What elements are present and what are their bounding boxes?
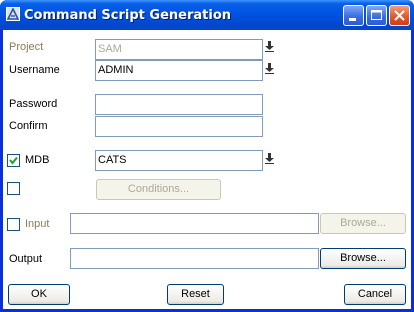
mdb-download-icon[interactable] <box>265 153 274 164</box>
mdb-checkbox[interactable] <box>7 154 20 167</box>
project-label: Project <box>9 41 44 53</box>
maximize-icon <box>371 10 382 20</box>
close-icon <box>394 10 405 21</box>
input-path-field[interactable] <box>70 213 319 234</box>
dialog-body: Project SAM Username ADMIN Password Conf… <box>3 30 411 309</box>
confirm-label: Confirm <box>9 120 48 132</box>
maximize-button[interactable] <box>366 5 387 26</box>
cancel-button[interactable]: Cancel <box>344 284 406 305</box>
input-browse-button[interactable]: Browse... <box>320 213 406 234</box>
app-icon <box>6 7 20 21</box>
password-label: Password <box>9 98 58 110</box>
output-browse-button[interactable]: Browse... <box>320 248 406 269</box>
minimize-icon <box>349 18 356 21</box>
username-download-icon[interactable] <box>265 63 274 74</box>
window-title: Command Script Generation <box>24 8 232 23</box>
reset-button[interactable]: Reset <box>167 284 224 305</box>
project-download-icon[interactable] <box>265 41 274 52</box>
close-window-button[interactable] <box>389 5 410 26</box>
mdb-field[interactable]: CATS <box>95 150 263 171</box>
input-label: Input <box>25 218 50 230</box>
minimize-button[interactable] <box>343 5 364 26</box>
username-label: Username <box>9 64 60 76</box>
title-bar[interactable]: Command Script Generation <box>0 0 414 30</box>
input-checkbox[interactable] <box>7 218 20 231</box>
conditions-button[interactable]: Conditions... <box>96 179 221 200</box>
password-field[interactable] <box>95 94 263 115</box>
ok-button[interactable]: OK <box>8 284 70 305</box>
conditions-checkbox[interactable] <box>7 182 20 195</box>
checkmark-icon <box>9 156 18 165</box>
confirm-field[interactable] <box>95 116 263 137</box>
dialog-window: Command Script Generation Project SAM Us… <box>0 0 414 312</box>
output-path-field[interactable] <box>70 248 319 269</box>
project-field: SAM <box>95 39 263 60</box>
mdb-label: MDB <box>25 154 50 166</box>
username-field[interactable]: ADMIN <box>95 60 263 81</box>
output-label: Output <box>9 253 43 265</box>
